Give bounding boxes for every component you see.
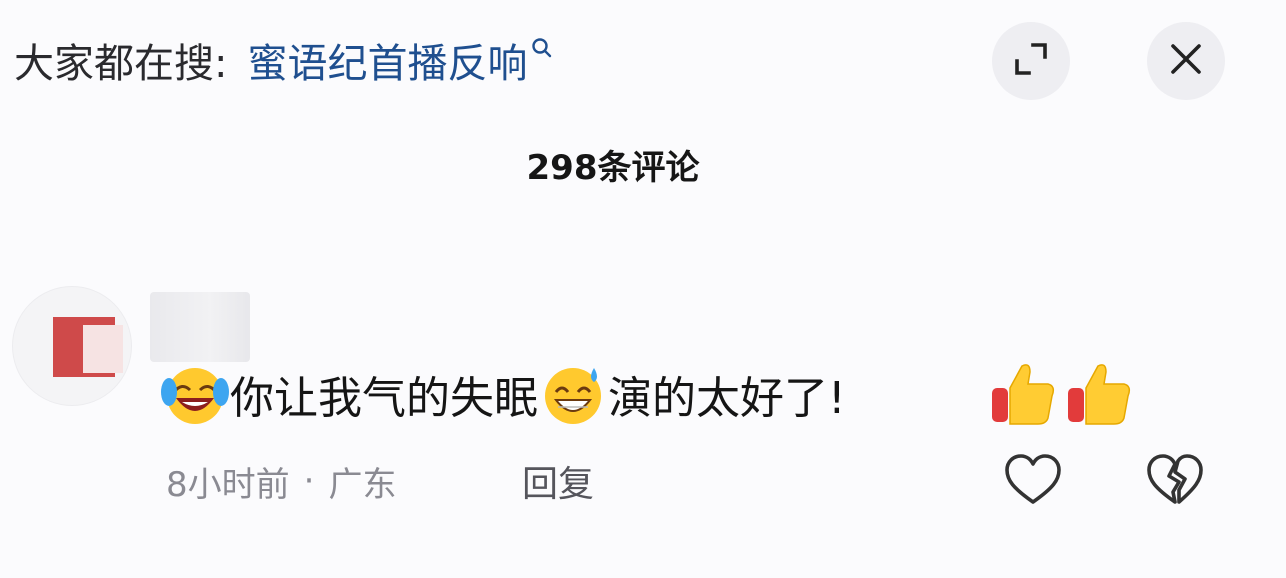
comment-time: 8小时前 — [166, 464, 290, 505]
trending-query-link[interactable]: 蜜语纪首播反响 — [247, 31, 527, 89]
thumbs-up-emoji — [1064, 358, 1134, 428]
thumbs-up-emoji — [988, 358, 1058, 428]
crying-laughing-emoji — [160, 362, 230, 426]
heart-icon[interactable] — [1003, 452, 1063, 512]
avatar[interactable] — [12, 286, 132, 406]
close-icon — [1169, 42, 1203, 80]
comment-meta: 8小时前 · 广东 — [166, 458, 397, 505]
username-blurred[interactable] — [150, 292, 250, 362]
meta-separator: · — [303, 461, 315, 501]
close-button[interactable] — [1147, 22, 1225, 100]
comment-text-part2: 演的太好了! — [608, 373, 846, 424]
search-icon[interactable] — [531, 23, 553, 69]
comment-location: 广东 — [328, 464, 397, 505]
comments-panel: 大家都在搜: 蜜语纪首播反响 298条评论 你让我气的失眠 演的太好了! 8小时… — [0, 0, 1286, 578]
trending-search-bar[interactable]: 大家都在搜: 蜜语纪首播反响 — [14, 28, 553, 92]
comment-count-title: 298条评论 — [526, 148, 700, 188]
broken-heart-icon[interactable] — [1145, 452, 1205, 512]
comment-body: 你让我气的失眠 演的太好了! — [160, 362, 846, 426]
expand-button[interactable] — [992, 22, 1070, 100]
trending-label: 大家都在搜: — [14, 41, 228, 87]
expand-icon — [1011, 39, 1051, 83]
comment-text-part1: 你让我气的失眠 — [230, 373, 538, 424]
reply-button[interactable]: 回复 — [522, 458, 594, 505]
sweat-smile-emoji — [538, 362, 608, 426]
